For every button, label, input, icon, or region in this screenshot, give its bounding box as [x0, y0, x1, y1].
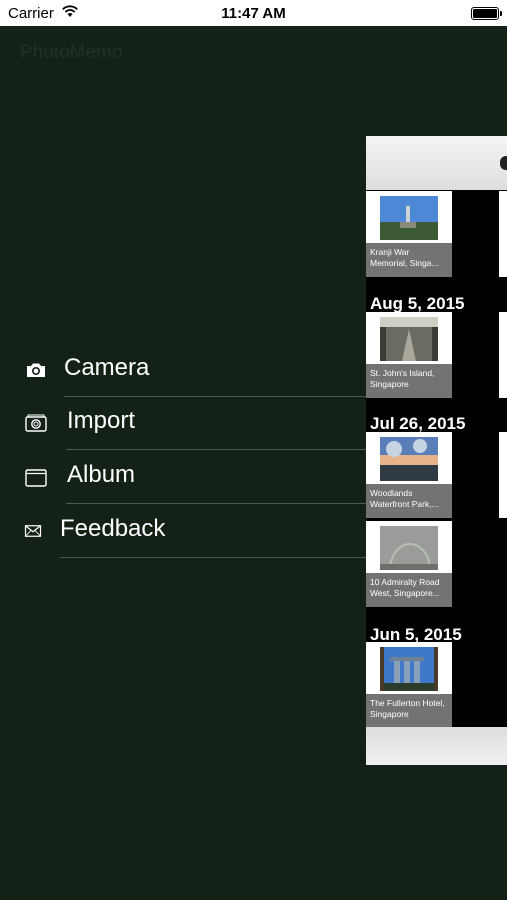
photo-thumbnail	[380, 647, 438, 691]
battery-icon	[471, 7, 502, 20]
timeline-header	[366, 136, 507, 190]
photo-thumbnail	[380, 526, 438, 570]
photo-caption: Kranji War Memorial, Singa...	[366, 243, 452, 277]
menu-label-import: Import	[67, 407, 136, 434]
album-icon	[25, 469, 47, 487]
photo-caption: 10 Admiralty Road West, Singapore...	[366, 573, 452, 607]
status-bar: Carrier 11:47 AM	[0, 0, 507, 26]
photo-caption: Woodlands Waterfront Park,...	[366, 484, 452, 518]
photo-tile-edge	[499, 432, 507, 518]
status-time: 11:47 AM	[221, 5, 286, 22]
menu-divider	[60, 557, 366, 558]
menu-item-feedback[interactable]: Feedback	[0, 505, 366, 558]
menu-label-camera: Camera	[64, 354, 150, 381]
photo-thumbnail	[380, 437, 438, 481]
menu-item-camera[interactable]: Camera	[0, 344, 366, 397]
photo-tile[interactable]: Kranji War Memorial, Singa...	[366, 191, 452, 277]
date-header: Aug 5, 2015	[370, 294, 465, 313]
menu-item-import[interactable]: Import	[0, 397, 366, 450]
menu-label-album: Album	[67, 461, 136, 488]
photo-tile-edge	[499, 191, 507, 277]
timeline-panel[interactable]: Kranji War Memorial, Singa... Aug 5, 201…	[366, 136, 507, 765]
photo-tile[interactable]: St. John's Island, Singapore	[366, 312, 452, 398]
header-glyph	[500, 156, 507, 170]
app-title: PhotoMemo	[20, 42, 123, 63]
timeline-footer	[366, 727, 507, 765]
photo-tile[interactable]: 10 Admiralty Road West, Singapore...	[366, 521, 452, 607]
camera-icon	[27, 363, 45, 377]
import-photos-icon	[25, 414, 47, 432]
photo-caption: The Fullerton Hotel, Singapore	[366, 694, 452, 728]
photo-tile[interactable]: The Fullerton Hotel, Singapore	[366, 642, 452, 728]
envelope-icon	[24, 525, 42, 537]
menu-label-feedback: Feedback	[60, 515, 166, 542]
menu-item-album[interactable]: Album	[0, 451, 366, 504]
photo-caption: St. John's Island, Singapore	[366, 364, 452, 398]
menu-divider	[66, 503, 366, 504]
menu-divider	[66, 449, 366, 450]
photo-tile[interactable]: Woodlands Waterfront Park,...	[366, 432, 452, 518]
photo-thumbnail	[380, 317, 438, 361]
photo-thumbnail	[380, 196, 438, 240]
date-header: Jul 26, 2015	[370, 414, 466, 433]
photo-tile-edge	[499, 312, 507, 398]
